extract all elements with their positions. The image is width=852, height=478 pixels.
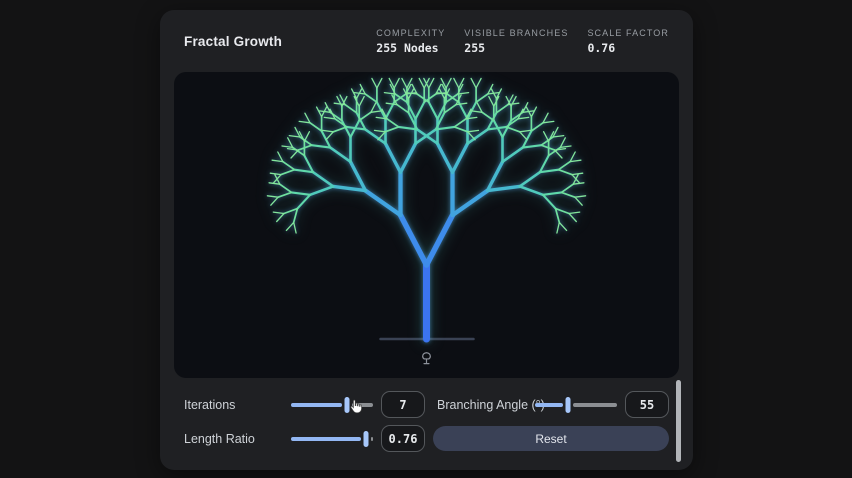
fractal-canvas <box>174 72 679 378</box>
stat-label: VISIBLE BRANCHES <box>464 28 568 38</box>
stat-visible-branches: VISIBLE BRANCHES 255 <box>464 28 568 55</box>
slider-track-inactive <box>371 437 373 441</box>
app-background: Fractal Growth COMPLEXITY 255 Nodes VISI… <box>0 0 852 478</box>
slider-track-active <box>291 403 342 407</box>
stat-value: 255 <box>464 41 568 55</box>
controls-row-2: Length Ratio 0.76 Reset <box>184 425 669 452</box>
fractal-growth-card: Fractal Growth COMPLEXITY 255 Nodes VISI… <box>160 10 693 470</box>
fractal-tree-svg <box>174 72 679 378</box>
length-ratio-slider[interactable] <box>291 431 373 447</box>
stat-scale-factor: SCALE FACTOR 0.76 <box>587 28 669 55</box>
controls-row-1: Iterations 7 Branching Angle (°) 55 <box>184 391 669 418</box>
stat-value: 0.76 <box>587 41 669 55</box>
card-header: Fractal Growth COMPLEXITY 255 Nodes VISI… <box>160 10 693 72</box>
iterations-slider[interactable] <box>291 397 373 413</box>
controls-panel: Iterations 7 Branching Angle (°) 55 Leng… <box>160 378 693 452</box>
stat-label: COMPLEXITY <box>376 28 445 38</box>
iterations-slider-thumb[interactable] <box>344 397 349 413</box>
branching-angle-label: Branching Angle (°) <box>433 398 535 412</box>
branching-angle-value-input[interactable]: 55 <box>625 391 669 418</box>
fractal-tree-branches <box>267 78 585 339</box>
scrollbar-thumb[interactable] <box>676 380 681 462</box>
branching-angle-slider[interactable] <box>535 397 617 413</box>
slider-track-inactive <box>352 403 373 407</box>
stat-complexity: COMPLEXITY 255 Nodes <box>376 28 445 55</box>
reset-button[interactable]: Reset <box>433 426 669 451</box>
iterations-value-input[interactable]: 7 <box>381 391 425 418</box>
stats-group: COMPLEXITY 255 Nodes VISIBLE BRANCHES 25… <box>376 28 669 55</box>
park-tree-icon <box>418 350 435 367</box>
stat-value: 255 Nodes <box>376 41 445 55</box>
stat-label: SCALE FACTOR <box>587 28 669 38</box>
slider-track-active <box>535 403 563 407</box>
slider-track-active <box>291 437 361 441</box>
page-title: Fractal Growth <box>184 34 282 49</box>
length-ratio-slider-thumb[interactable] <box>363 431 368 447</box>
iterations-label: Iterations <box>184 398 291 412</box>
slider-track-inactive <box>573 403 617 407</box>
length-ratio-value-input[interactable]: 0.76 <box>381 425 425 452</box>
branching-angle-slider-thumb[interactable] <box>565 397 570 413</box>
length-ratio-label: Length Ratio <box>184 432 291 446</box>
